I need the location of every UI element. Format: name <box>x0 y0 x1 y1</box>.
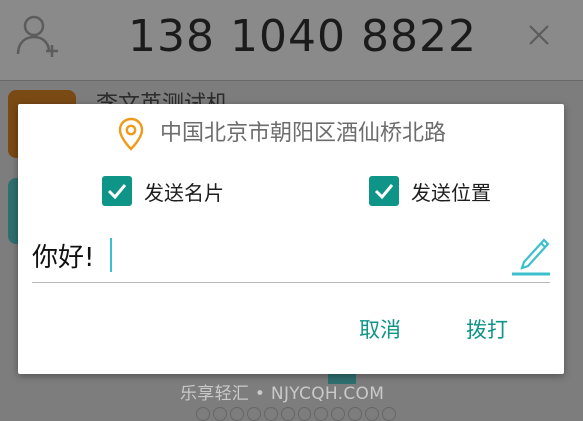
send-location-label: 发送位置 <box>411 180 491 205</box>
message-text: 你好! <box>32 243 95 273</box>
watermark: 乐享轻汇 • NJYCQH.COM <box>180 384 385 404</box>
page-dots <box>196 407 397 421</box>
background-header: 138 1040 8822 <box>0 0 583 81</box>
location-text: 中国北京市朝阳区酒仙桥北路 <box>160 121 447 146</box>
location-pin-icon <box>118 117 144 151</box>
check-icon <box>107 184 127 200</box>
send-card-checkbox[interactable] <box>102 176 132 206</box>
location-row: 中国北京市朝阳区酒仙桥北路 <box>18 104 564 164</box>
pencil-icon[interactable] <box>510 232 552 278</box>
send-location-checkbox[interactable] <box>369 176 399 206</box>
close-icon <box>524 20 554 50</box>
cancel-button[interactable]: 取消 <box>359 312 401 348</box>
add-contact-icon <box>14 12 60 58</box>
dial-button[interactable]: 拨打 <box>466 312 508 348</box>
send-dialog: 中国北京市朝阳区酒仙桥北路 发送名片 发送位置 你好! 取消 拨打 <box>18 104 564 374</box>
phone-number: 138 1040 8822 <box>128 11 477 62</box>
send-card-option[interactable]: 发送名片 <box>102 174 224 208</box>
send-card-label: 发送名片 <box>144 180 224 205</box>
check-icon <box>374 184 394 200</box>
send-location-option[interactable]: 发送位置 <box>369 174 491 208</box>
text-caret <box>110 238 112 272</box>
message-input[interactable]: 你好! <box>32 230 550 283</box>
